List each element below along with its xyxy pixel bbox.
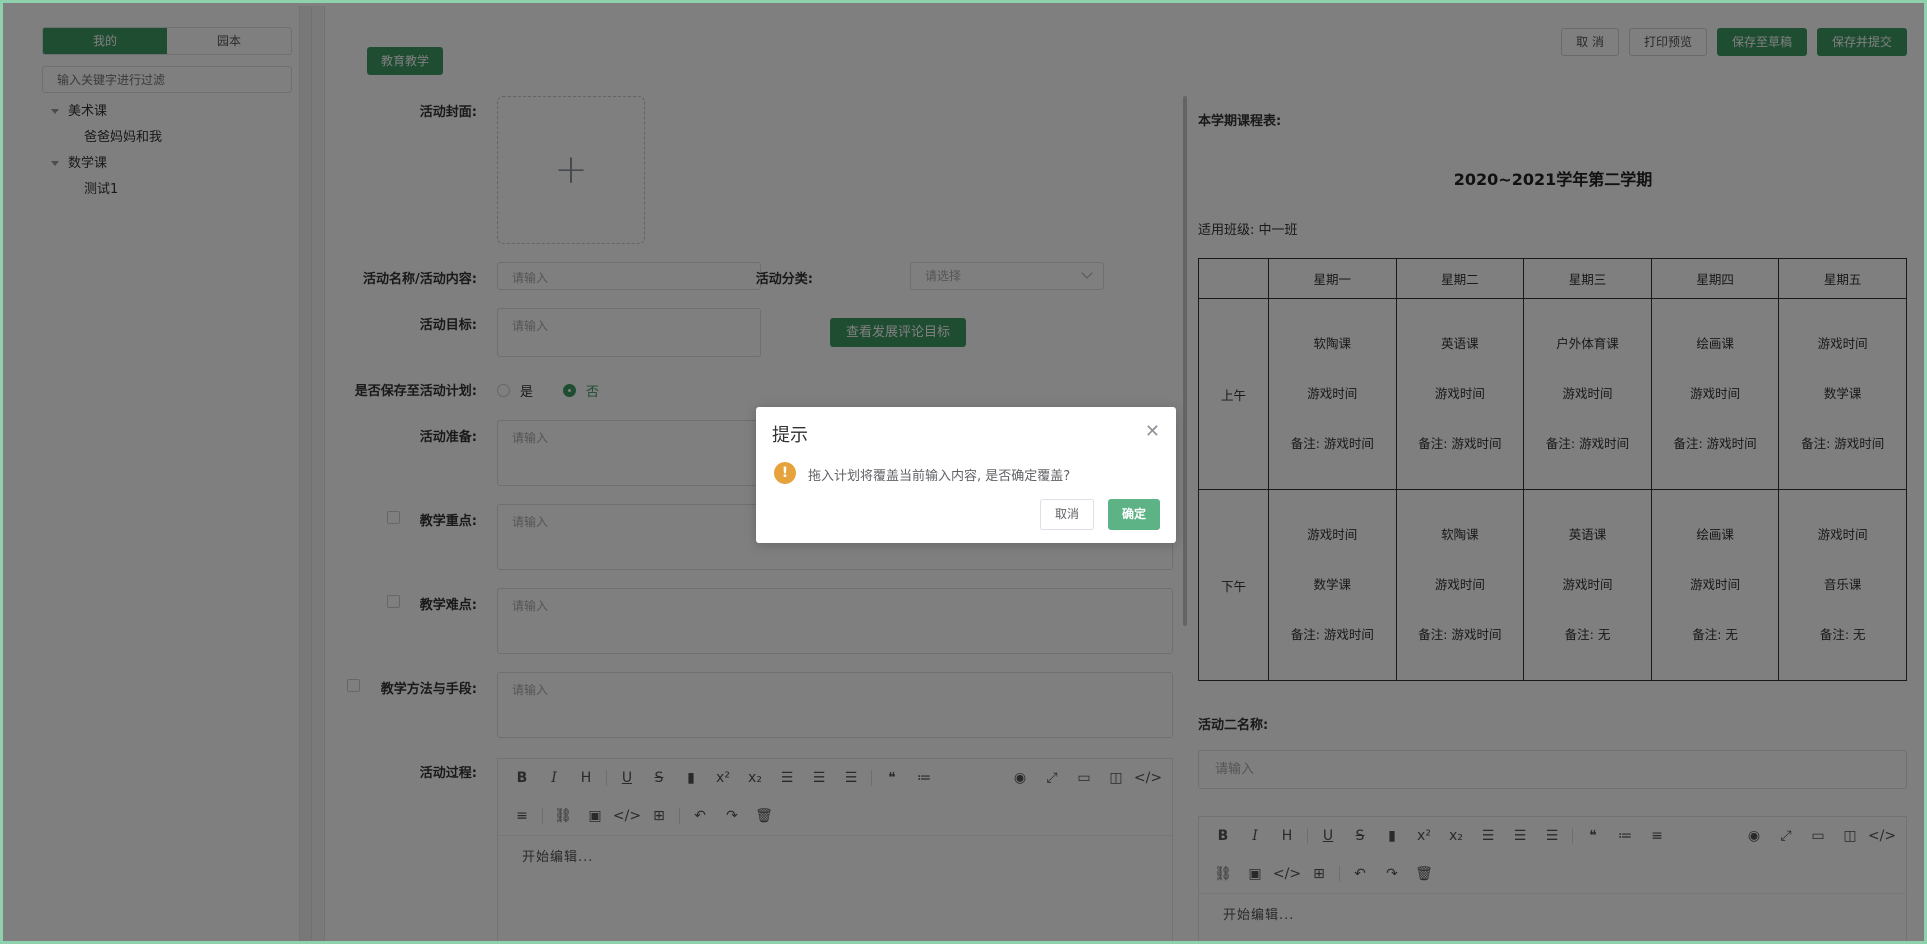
dialog-message: 拖入计划将覆盖当前输入内容, 是否确定覆盖? <box>808 469 1071 484</box>
warning-icon: ! <box>774 462 796 484</box>
confirm-dialog: 提示 ✕ ! 拖入计划将覆盖当前输入内容, 是否确定覆盖? 取消 确定 <box>756 407 1176 543</box>
dialog-cancel-button[interactable]: 取消 <box>1039 499 1094 530</box>
close-icon[interactable]: ✕ <box>1145 423 1160 441</box>
dialog-title: 提示 <box>772 425 808 446</box>
dialog-confirm-button[interactable]: 确定 <box>1107 499 1160 530</box>
app-frame: 我的 园本 美术课 爸爸妈妈和我 数学课 测试1 取 消 打印预 <box>0 0 1927 944</box>
